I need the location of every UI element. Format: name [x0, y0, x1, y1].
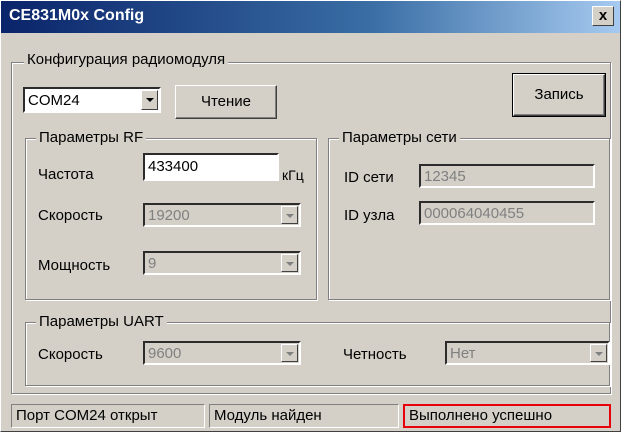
power-value: 9 [148, 255, 157, 272]
chevron-down-icon[interactable] [141, 90, 158, 110]
write-button-label: Запись [534, 86, 584, 103]
uart-speed-select[interactable]: 9600 [143, 341, 301, 365]
parity-value: Нет [450, 345, 476, 362]
rf-speed-select[interactable]: 19200 [143, 203, 301, 227]
power-select[interactable]: 9 [143, 251, 301, 275]
net-id-value: 12345 [424, 168, 466, 185]
port-select[interactable]: COM24 [23, 87, 161, 113]
node-id-label: ID узла [344, 207, 395, 224]
parity-label: Четность [343, 346, 407, 363]
chevron-down-icon [590, 344, 607, 362]
chevron-down-icon [281, 344, 298, 362]
rf-group-legend: Параметры RF [36, 129, 147, 147]
frequency-label: Частота [38, 166, 94, 183]
close-button[interactable]: x [592, 6, 614, 26]
network-group-legend: Параметры сети [339, 129, 460, 147]
status-port: Порт COM24 открыт [11, 404, 205, 428]
uart-group-legend: Параметры UART [36, 313, 167, 331]
read-button-label: Чтение [200, 93, 252, 110]
frequency-value: 433400 [148, 158, 199, 175]
read-button[interactable]: Чтение [175, 85, 277, 119]
node-id-input[interactable]: 000064040455 [419, 201, 595, 225]
uart-speed-label: Скорость [38, 346, 103, 363]
parity-select[interactable]: Нет [445, 341, 610, 365]
rf-speed-label: Скорость [38, 207, 103, 224]
net-id-label: ID сети [344, 169, 394, 186]
net-id-input[interactable]: 12345 [419, 164, 595, 188]
frequency-unit: кГц [282, 167, 304, 183]
port-select-value: COM24 [28, 92, 80, 109]
power-label: Мощность [38, 257, 111, 274]
uart-speed-value: 9600 [148, 345, 182, 362]
chevron-down-icon [281, 254, 298, 272]
config-group-legend: Конфигурация радиомодуля [24, 51, 229, 69]
node-id-value: 000064040455 [424, 205, 525, 222]
status-module: Модуль найден [209, 404, 399, 428]
frequency-input[interactable]: 433400 [143, 153, 279, 181]
config-window: CE831M0x Config x Конфигурация радиомоду… [0, 0, 621, 432]
write-button[interactable]: Запись [512, 73, 606, 117]
title-bar[interactable]: CE831M0x Config x [1, 1, 620, 33]
rf-speed-value: 19200 [148, 207, 190, 224]
status-result: Выполнено успешно [403, 404, 611, 428]
chevron-down-icon [281, 206, 298, 224]
window-title: CE831M0x Config [9, 7, 145, 24]
